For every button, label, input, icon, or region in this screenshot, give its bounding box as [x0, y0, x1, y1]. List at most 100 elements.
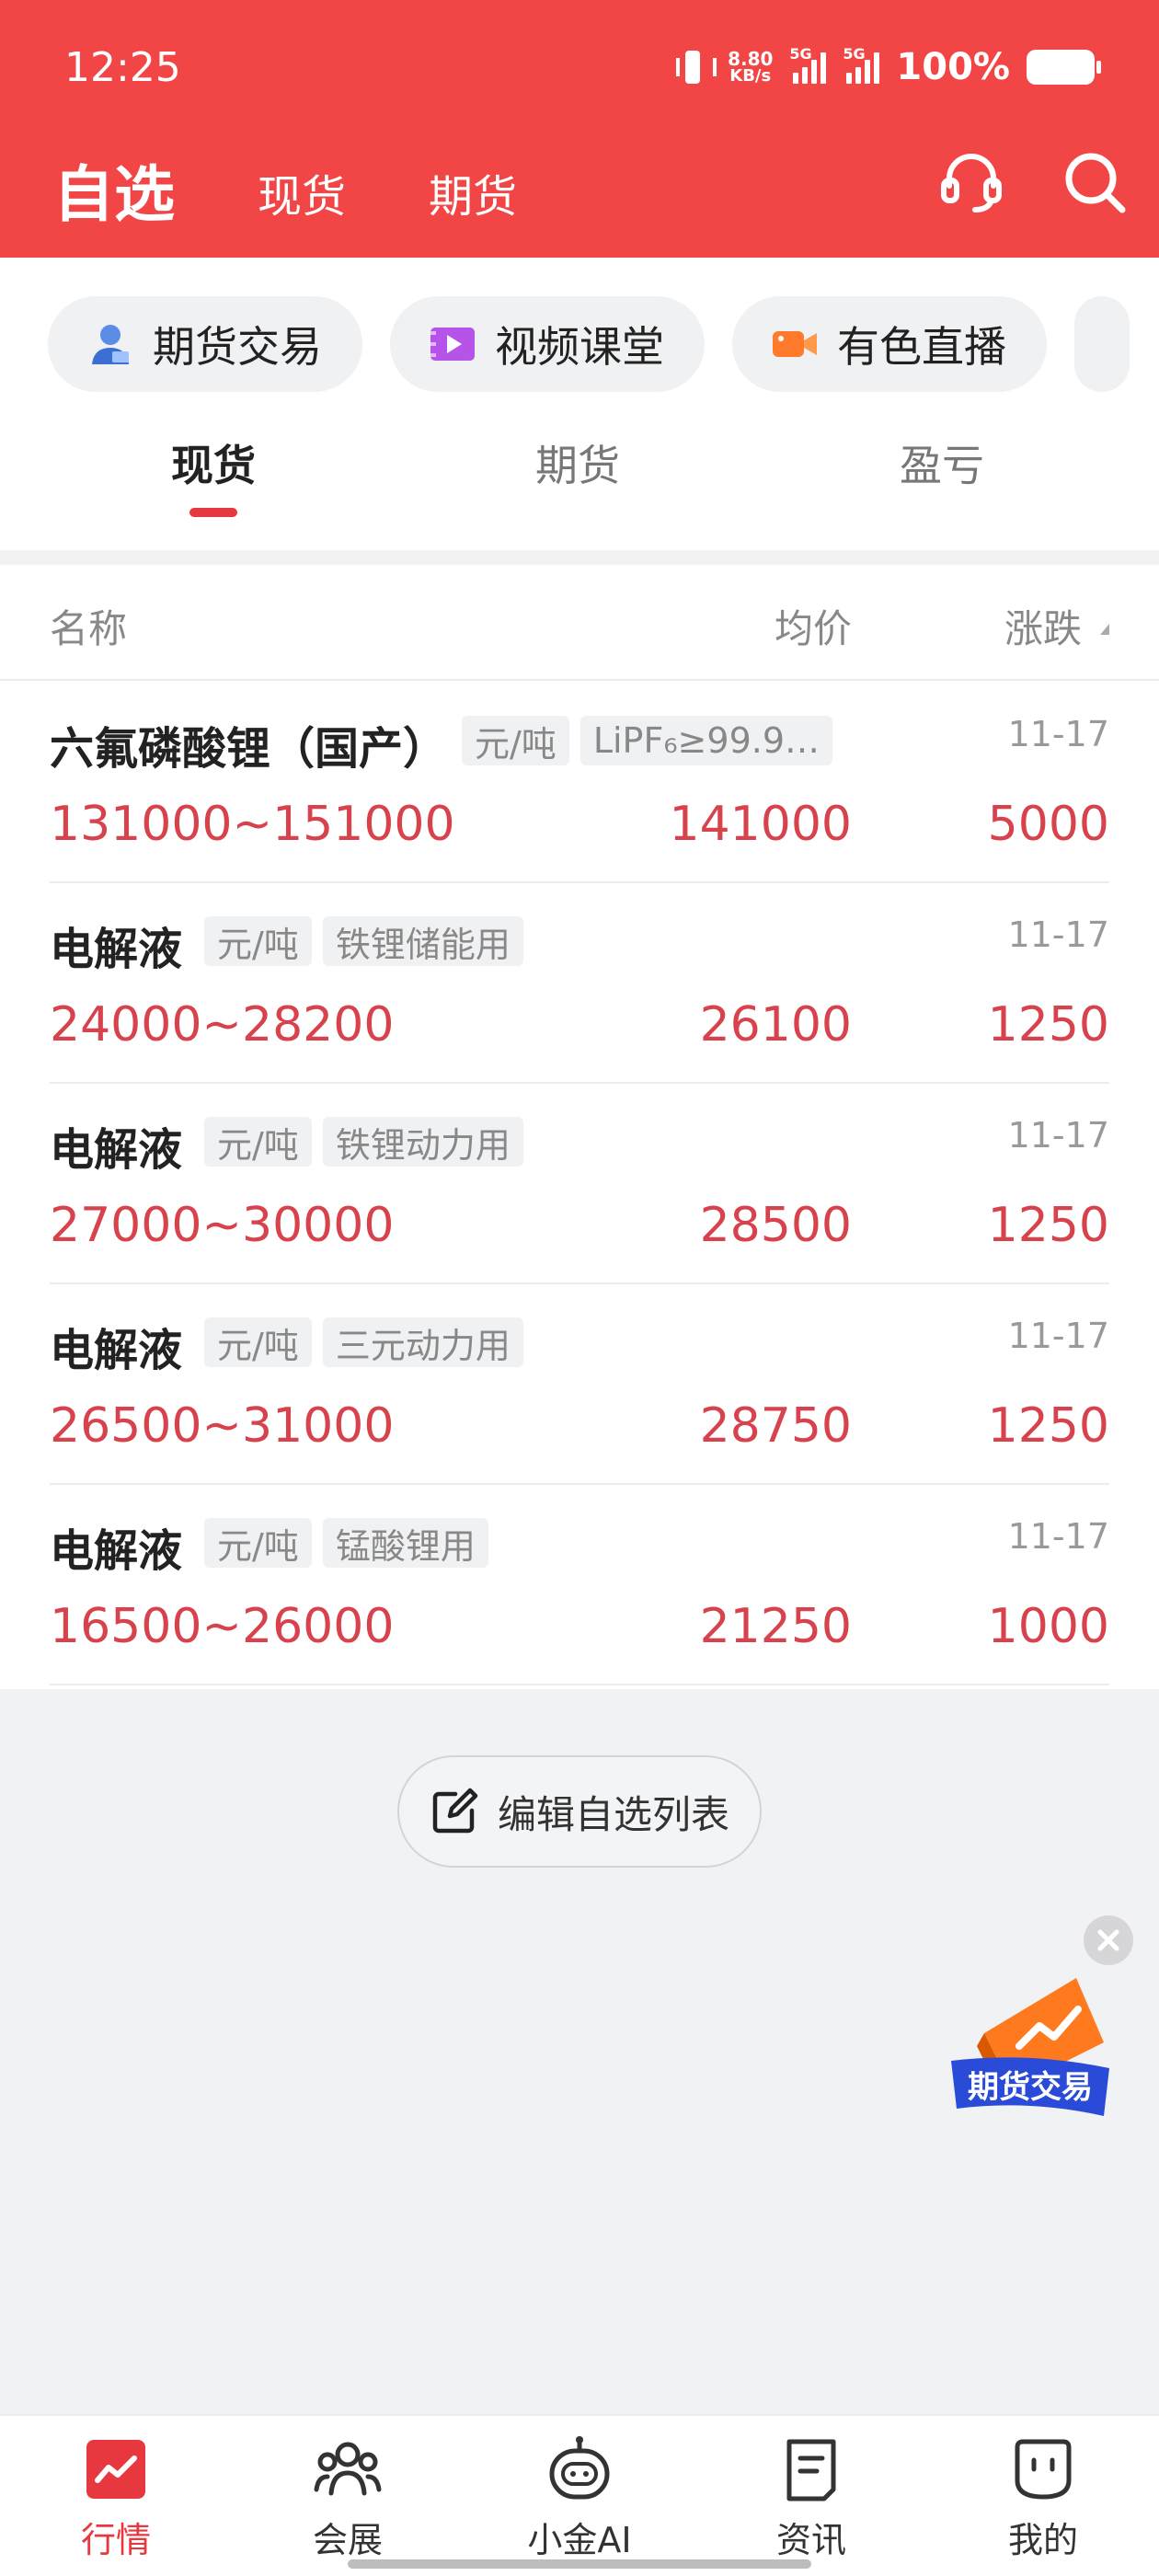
quick-entry-pills: 期货交易 视频课堂 有色直播 — [48, 296, 1130, 392]
item-name: 电解液 — [50, 924, 183, 975]
pill-video-class[interactable]: 视频课堂 — [390, 296, 705, 392]
close-icon[interactable] — [1084, 1915, 1133, 1965]
nav-news[interactable]: 资讯 — [695, 2416, 927, 2576]
nav-exhibition[interactable]: 会展 — [232, 2416, 464, 2576]
unit-tag: 元/吨 — [204, 1518, 312, 1568]
item-avg-price: 141000 — [669, 797, 852, 852]
vibrate-icon — [674, 49, 717, 86]
battery-icon — [1027, 50, 1101, 85]
spec-tag: 铁锂动力用 — [322, 1117, 523, 1167]
futures-trading-float-button[interactable]: 期货交易 — [947, 1969, 1113, 2125]
item-price-range: 131000~151000 — [50, 797, 455, 852]
item-name: 六氟磷酸锂（国产） — [50, 723, 448, 775]
column-avg-price[interactable]: 均价 — [775, 598, 852, 654]
active-tab-indicator — [189, 508, 237, 517]
spec-tag: 三元动力用 — [322, 1317, 523, 1367]
unit-tag: 元/吨 — [462, 716, 569, 765]
float-ad-graphic: 期货交易 — [951, 1978, 1109, 2116]
item-change: 1250 — [987, 997, 1109, 1052]
nav-profile[interactable]: 我的 — [927, 2416, 1159, 2576]
column-change[interactable]: 涨跌 — [1004, 598, 1082, 654]
item-price-range: 27000~30000 — [50, 1198, 395, 1253]
battery-percent: 100% — [896, 46, 1010, 88]
close-x-glyph — [1097, 1929, 1119, 1951]
unit-tag: 元/吨 — [204, 916, 312, 966]
header-tab-futures[interactable]: 期货 — [429, 160, 517, 224]
tab-profit-loss[interactable]: 盈亏 — [900, 432, 984, 493]
item-avg-price: 21250 — [699, 1599, 852, 1654]
item-date: 11-17 — [1007, 714, 1109, 754]
pill-live-stream[interactable]: 有色直播 — [732, 296, 1047, 392]
edit-watchlist-button[interactable]: 编辑自选列表 — [397, 1755, 762, 1868]
item-change: 1000 — [987, 1599, 1109, 1654]
edit-watchlist-label: 编辑自选列表 — [497, 1791, 729, 1837]
item-name: 电解液 — [50, 1325, 183, 1376]
watchlist: 名称 均价 涨跌 六氟磷酸锂（国产） 元/吨 LiPF₆≥99.9… 11-17… — [0, 565, 1159, 1689]
unit-tag: 元/吨 — [204, 1317, 312, 1367]
profile-icon — [1015, 2439, 1072, 2500]
page-title: 自选 — [53, 159, 175, 230]
signal-icon: 5G — [789, 45, 827, 84]
sort-icon[interactable] — [1100, 624, 1109, 635]
search-icon[interactable] — [1058, 145, 1131, 219]
item-change: 1250 — [987, 1398, 1109, 1454]
support-icon[interactable] — [935, 145, 1008, 219]
pill-futures-trading[interactable]: 期货交易 — [48, 296, 362, 392]
list-header: 名称 均价 涨跌 — [0, 565, 1159, 681]
item-avg-price: 28750 — [699, 1398, 852, 1454]
nav-market[interactable]: 行情 — [0, 2416, 232, 2576]
item-date: 11-17 — [1007, 914, 1109, 955]
status-time: 12:25 — [64, 44, 181, 91]
edit-icon — [432, 1788, 478, 1834]
nav-ai[interactable]: 小金AI — [464, 2416, 695, 2576]
network-speed: 8.80 KB/s — [728, 48, 774, 86]
trader-icon — [92, 325, 129, 364]
spec-tag: LiPF₆≥99.9… — [580, 716, 832, 765]
pill-more[interactable] — [1074, 296, 1130, 392]
item-avg-price: 26100 — [699, 997, 852, 1052]
signal-icon: 5G — [843, 45, 880, 84]
item-date: 11-17 — [1007, 1115, 1109, 1156]
list-item[interactable]: 六氟磷酸锂（国产） 元/吨 LiPF₆≥99.9… 11-17 131000~1… — [50, 683, 1109, 883]
spec-tag: 铁锂储能用 — [322, 916, 523, 966]
item-avg-price: 28500 — [699, 1198, 852, 1253]
robot-icon — [549, 2436, 610, 2500]
tab-futures[interactable]: 期货 — [535, 432, 620, 493]
title-row: 自选 现货 期货 — [0, 138, 1159, 248]
list-item[interactable]: 电解液 元/吨 铁锂储能用 11-17 24000~28200 26100 12… — [50, 883, 1109, 1084]
list-item[interactable]: 电解液 元/吨 三元动力用 11-17 26500~31000 28750 12… — [50, 1284, 1109, 1485]
bottom-nav: 行情 会展 小金AI 资讯 我的 — [0, 2414, 1159, 2576]
status-indicators: 8.80 KB/s 5G 5G 100% — [674, 45, 1101, 88]
item-price-range: 26500~31000 — [50, 1398, 395, 1454]
market-chart-icon — [86, 2440, 145, 2499]
sub-tabs: 现货 期货 盈亏 — [0, 432, 1159, 534]
item-name: 电解液 — [50, 1124, 183, 1176]
unit-tag: 元/吨 — [204, 1117, 312, 1167]
item-date: 11-17 — [1007, 1516, 1109, 1557]
tab-spot[interactable]: 现货 — [171, 432, 256, 493]
list-item[interactable]: 电解液 元/吨 铁锂动力用 11-17 27000~30000 28500 12… — [50, 1084, 1109, 1284]
item-tags: 元/吨 LiPF₆≥99.9… — [462, 716, 832, 765]
list-item[interactable]: 电解液 元/吨 锰酸锂用 11-17 16500~26000 21250 100… — [50, 1485, 1109, 1685]
item-tags: 元/吨 铁锂动力用 — [204, 1117, 523, 1167]
item-price-range: 16500~26000 — [50, 1599, 395, 1654]
status-bar: 12:25 8.80 KB/s 5G 5G 100% — [0, 0, 1159, 138]
quick-entry-card: 期货交易 视频课堂 有色直播 现货 期货 盈亏 — [0, 258, 1159, 550]
item-name: 电解液 — [50, 1525, 183, 1577]
live-camera-icon — [773, 331, 817, 357]
spec-tag: 锰酸锂用 — [322, 1518, 488, 1568]
item-change: 1250 — [987, 1198, 1109, 1253]
item-price-range: 24000~28200 — [50, 997, 395, 1052]
people-icon — [314, 2442, 382, 2496]
news-icon — [786, 2439, 836, 2501]
item-tags: 元/吨 锰酸锂用 — [204, 1518, 488, 1568]
item-change: 5000 — [987, 797, 1109, 852]
app-header: 12:25 8.80 KB/s 5G 5G 100% 自选 现货 期货 — [0, 0, 1159, 258]
item-tags: 元/吨 铁锂储能用 — [204, 916, 523, 966]
item-tags: 元/吨 三元动力用 — [204, 1317, 523, 1367]
header-tab-spot[interactable]: 现货 — [258, 160, 346, 224]
column-name: 名称 — [50, 606, 128, 651]
home-indicator[interactable] — [348, 2559, 811, 2569]
item-date: 11-17 — [1007, 1316, 1109, 1356]
video-icon — [430, 328, 475, 361]
